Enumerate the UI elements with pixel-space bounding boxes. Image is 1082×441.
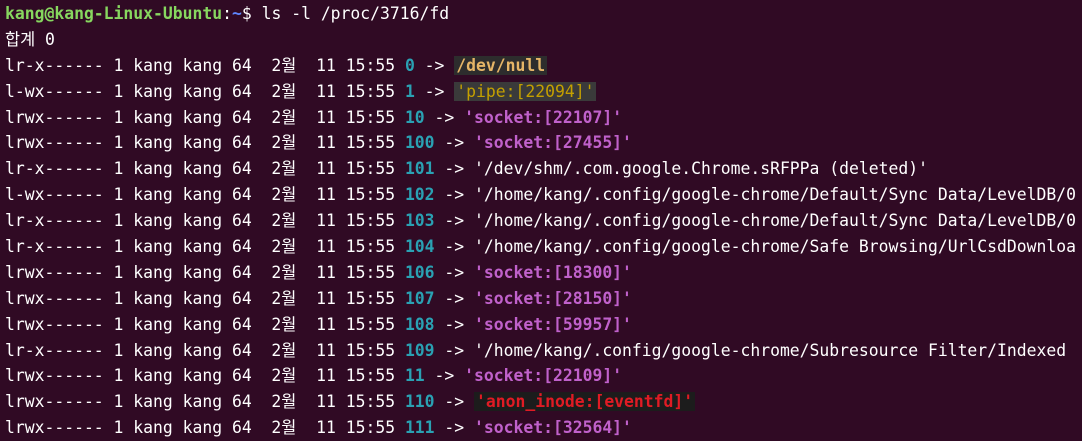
fd-number: 107 — [404, 288, 435, 308]
fd-number: 108 — [404, 314, 435, 334]
link-target: 'pipe:[22094]' — [454, 81, 597, 101]
link-target: 'socket:[27455]' — [474, 133, 632, 153]
link-arrow: -> — [434, 237, 475, 257]
prompt-user: kang@kang-Linux-Ubuntu — [5, 4, 223, 23]
link-target: '/dev/shm/.com.google.Chrome.sRFPPa (del… — [474, 159, 928, 179]
link-target: '/home/kang/.config/google-chrome/Safe B… — [474, 237, 1076, 257]
listing-row: lr-x------ 1 kang kang 64 2월 11 15:55 10… — [0, 338, 1082, 364]
link-target: 'socket:[59957]' — [474, 314, 632, 334]
link-arrow: -> — [434, 185, 475, 205]
fd-number: 106 — [404, 262, 435, 282]
link-target: 'socket:[22107]' — [464, 107, 623, 127]
link-arrow: -> — [434, 288, 475, 308]
terminal-window[interactable]: kang@kang-Linux-Ubuntu:~$ ls -l /proc/37… — [0, 0, 1082, 441]
prompt-path: ~ — [231, 4, 242, 23]
entry-meta: lr-x------ 1 kang kang 64 2월 11 15:55 — [5, 237, 405, 257]
link-arrow: -> — [424, 366, 465, 386]
fd-number: 110 — [404, 392, 435, 412]
entry-meta: lr-x------ 1 kang kang 64 2월 11 15:55 — [5, 211, 405, 231]
entry-meta: lrwx------ 1 kang kang 64 2월 11 15:55 — [5, 133, 405, 153]
prompt-separator: : — [222, 4, 232, 23]
link-target: 'socket:[22109]' — [464, 366, 623, 386]
fd-number: 100 — [404, 133, 435, 153]
entry-meta: l-wx------ 1 kang kang 64 2월 11 15:55 — [5, 81, 405, 101]
fd-number: 1 — [404, 81, 415, 101]
entry-meta: lrwx------ 1 kang kang 64 2월 11 15:55 — [5, 392, 405, 412]
entry-meta: l-wx------ 1 kang kang 64 2월 11 15:55 — [5, 185, 405, 205]
link-arrow: -> — [434, 418, 475, 438]
entry-meta: lrwx------ 1 kang kang 64 2월 11 15:55 — [5, 288, 405, 308]
link-target: /dev/null — [454, 55, 548, 75]
link-target: 'socket:[28150]' — [474, 288, 632, 308]
fd-number: 102 — [404, 185, 435, 205]
link-arrow: -> — [434, 159, 475, 179]
link-target: '/home/kang/.config/google-chrome/Defaul… — [474, 185, 1076, 205]
link-arrow: -> — [414, 55, 455, 75]
link-arrow: -> — [424, 107, 465, 127]
link-arrow: -> — [434, 314, 475, 334]
command-text: ls -l /proc/3716/fd — [261, 4, 450, 23]
link-arrow: -> — [434, 340, 475, 360]
entry-meta: lr-x------ 1 kang kang 64 2월 11 15:55 — [5, 340, 405, 360]
listing: lr-x------ 1 kang kang 64 2월 11 15:55 0 … — [0, 53, 1082, 441]
fd-number: 10 — [404, 107, 425, 127]
fd-number: 11 — [404, 366, 425, 386]
listing-row: lr-x------ 1 kang kang 64 2월 11 15:55 0 … — [0, 53, 1082, 79]
entry-meta: lr-x------ 1 kang kang 64 2월 11 15:55 — [5, 55, 405, 75]
link-arrow: -> — [434, 262, 475, 282]
link-target: '/home/kang/.config/google-chrome/Defaul… — [474, 211, 1076, 231]
fd-number: 0 — [404, 55, 415, 75]
fd-number: 104 — [404, 237, 435, 257]
entry-meta: lrwx------ 1 kang kang 64 2월 11 15:55 — [5, 107, 405, 127]
listing-row: lrwx------ 1 kang kang 64 2월 11 15:55 11… — [0, 363, 1082, 389]
link-target: 'socket:[32564]' — [474, 418, 632, 438]
link-target: 'anon_inode:[eventfd]' — [474, 392, 696, 412]
entry-meta: lrwx------ 1 kang kang 64 2월 11 15:55 — [5, 314, 405, 334]
link-arrow: -> — [434, 392, 475, 412]
link-target: '/home/kang/.config/google-chrome/Subres… — [474, 340, 1067, 360]
fd-number: 103 — [404, 211, 435, 231]
listing-row: l-wx------ 1 kang kang 64 2월 11 15:55 1 … — [0, 79, 1082, 105]
listing-row: l-wx------ 1 kang kang 64 2월 11 15:55 10… — [0, 182, 1082, 208]
prompt-line: kang@kang-Linux-Ubuntu:~$ ls -l /proc/37… — [0, 1, 1082, 27]
listing-row: lrwx------ 1 kang kang 64 2월 11 15:55 10… — [0, 260, 1082, 286]
listing-row: lrwx------ 1 kang kang 64 2월 11 15:55 10… — [0, 105, 1082, 131]
listing-row: lrwx------ 1 kang kang 64 2월 11 15:55 10… — [0, 130, 1082, 156]
total-line: 합계 0 — [5, 29, 55, 49]
entry-meta: lrwx------ 1 kang kang 64 2월 11 15:55 — [5, 262, 405, 282]
listing-row: lrwx------ 1 kang kang 64 2월 11 15:55 10… — [0, 312, 1082, 338]
listing-row: lrwx------ 1 kang kang 64 2월 11 15:55 11… — [0, 415, 1082, 441]
entry-meta: lr-x------ 1 kang kang 64 2월 11 15:55 — [5, 159, 405, 179]
link-arrow: -> — [414, 81, 455, 101]
entry-meta: lrwx------ 1 kang kang 64 2월 11 15:55 — [5, 366, 405, 386]
listing-row: lr-x------ 1 kang kang 64 2월 11 15:55 10… — [0, 234, 1082, 260]
listing-row: lrwx------ 1 kang kang 64 2월 11 15:55 10… — [0, 286, 1082, 312]
fd-number: 109 — [404, 340, 435, 360]
fd-number: 101 — [404, 159, 435, 179]
link-arrow: -> — [434, 133, 475, 153]
listing-row: lrwx------ 1 kang kang 64 2월 11 15:55 11… — [0, 389, 1082, 415]
prompt-symbol: $ — [241, 4, 262, 23]
listing-row: lr-x------ 1 kang kang 64 2월 11 15:55 10… — [0, 208, 1082, 234]
link-arrow: -> — [434, 211, 475, 231]
entry-meta: lrwx------ 1 kang kang 64 2월 11 15:55 — [5, 418, 405, 438]
link-target: 'socket:[18300]' — [474, 262, 632, 282]
listing-row: lr-x------ 1 kang kang 64 2월 11 15:55 10… — [0, 156, 1082, 182]
fd-number: 111 — [404, 418, 435, 438]
